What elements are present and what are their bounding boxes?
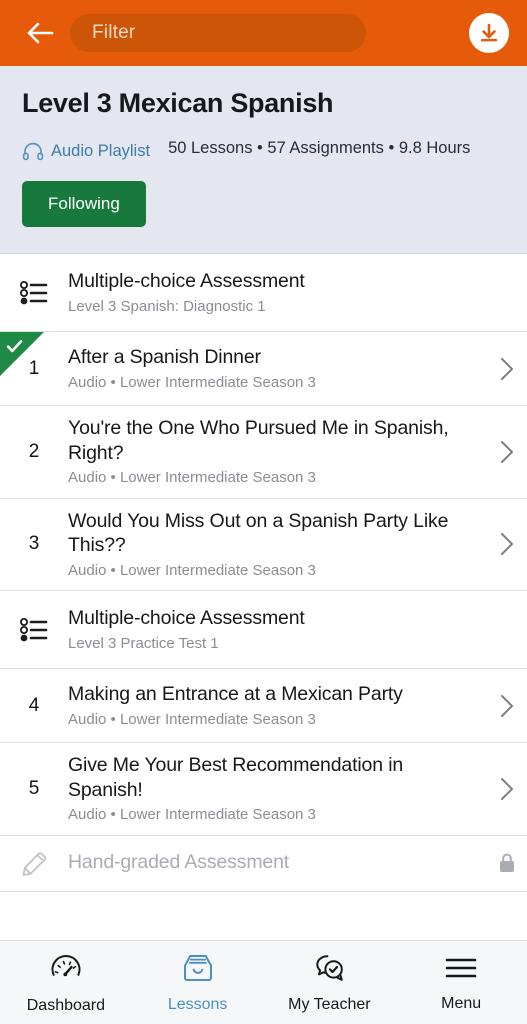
course-stats: 50 Lessons • 57 Assignments • 9.8 Hours (168, 139, 471, 158)
chevron-right-icon (501, 440, 513, 463)
completed-badge (0, 332, 44, 377)
list-check-icon (20, 617, 48, 642)
row-title: You're the One Who Pursued Me in Spanish… (68, 417, 449, 464)
nav-item-lessons[interactable]: Lessons (132, 952, 264, 1014)
lesson-list-screen: Filter Level 3 Mexican Spanish Audio Pla… (0, 0, 527, 1024)
row-subtitle: Level 3 Spanish: Diagnostic 1 (68, 297, 266, 315)
download-button[interactable] (469, 13, 509, 53)
lesson-index: 2 (28, 440, 40, 462)
nav-item-my-teacher[interactable]: My Teacher (264, 952, 396, 1014)
audio-playlist-link[interactable]: Audio Playlist (22, 135, 150, 161)
lesson-row[interactable]: 3 Would You Miss Out on a Spanish Party … (0, 498, 527, 592)
assessment-row[interactable]: Multiple-choice Assessment Level 3 Practi… (0, 591, 527, 670)
assessment-row[interactable]: Multiple-choice Assessment Level 3 Spanis… (0, 254, 527, 333)
row-title: After a Spanish Dinner (68, 346, 261, 369)
row-title: Multiple-choice Assessment (68, 607, 305, 630)
bottom-navigation: Dashboard Lessons My Teacher Menu (0, 940, 527, 1024)
row-body: Multiple-choice Assessment Level 3 Practi… (68, 606, 487, 653)
row-gutter (0, 601, 68, 658)
row-chevron[interactable] (487, 356, 527, 382)
course-meta: Audio Playlist 50 Lessons • 57 Assignmen… (22, 135, 505, 161)
lock-icon (500, 854, 514, 873)
row-title: Multiple-choice Assessment (68, 270, 305, 293)
row-chevron[interactable] (487, 776, 527, 802)
download-circle-icon (480, 23, 498, 42)
gauge-icon (49, 951, 83, 990)
row-gutter (0, 846, 68, 881)
lesson-row[interactable]: 5 Give Me Your Best Recommendation in Sp… (0, 743, 527, 836)
page-title: Level 3 Mexican Spanish (22, 88, 334, 118)
row-body: Hand-graded Assessment (68, 850, 487, 878)
row-title: Making an Entrance at a Mexican Party (68, 683, 403, 706)
row-chevron[interactable] (487, 531, 527, 557)
row-gutter: 5 (0, 753, 68, 825)
list-check-icon (20, 280, 48, 304)
check-icon (6, 340, 23, 353)
row-body: Give Me Your Best Recommendation in Span… (68, 753, 487, 825)
nav-item-menu[interactable]: Menu (395, 953, 527, 1013)
nav-item-dashboard[interactable]: Dashboard (0, 951, 132, 1015)
row-gutter: 2 (0, 416, 68, 488)
filter-placeholder: Filter (92, 22, 136, 43)
filter-input[interactable]: Filter (70, 14, 366, 52)
row-subtitle: Audio • Lower Intermediate Season 3 (68, 561, 316, 579)
hamburger-icon (444, 953, 478, 988)
lesson-row[interactable]: 4 Making an Entrance at a Mexican Party A… (0, 669, 527, 744)
lesson-row-locked: Hand-graded Assessment (0, 835, 527, 892)
row-body: Would You Miss Out on a Spanish Party Li… (68, 509, 487, 581)
nav-item-label: Dashboard (26, 996, 106, 1014)
row-body: You're the One Who Pursued Me in Spanish… (68, 416, 487, 488)
row-gutter: 4 (0, 679, 68, 732)
chevron-right-icon (501, 357, 513, 380)
following-button[interactable]: Following (22, 181, 146, 228)
row-title: Hand-graded Assessment (68, 850, 290, 873)
row-gutter: 3 (0, 509, 68, 581)
row-body: Making an Entrance at a Mexican Party Aud… (68, 682, 487, 729)
nav-item-label: Lessons (167, 995, 228, 1013)
row-gutter (0, 264, 68, 321)
lesson-index: 3 (28, 533, 40, 555)
lesson-index: 4 (28, 694, 40, 716)
app-header: Filter (0, 0, 527, 66)
arrow-left-icon (27, 22, 54, 44)
lock-indicator (487, 852, 527, 874)
pencil-icon (22, 852, 47, 877)
row-subtitle: Audio • Lower Intermediate Season 3 (68, 373, 316, 391)
row-title: Give Me Your Best Recommendation in Span… (68, 754, 404, 801)
row-chevron[interactable] (487, 439, 527, 465)
lesson-index: 5 (28, 778, 40, 800)
row-body: Multiple-choice Assessment Level 3 Spanis… (68, 269, 487, 316)
nav-item-label: Menu (441, 994, 482, 1012)
lesson-list[interactable]: Multiple-choice Assessment Level 3 Spanis… (0, 254, 527, 940)
row-title: Would You Miss Out on a Spanish Party Li… (68, 509, 449, 557)
row-subtitle: Level 3 Practice Test 1 (68, 634, 219, 652)
back-button[interactable] (18, 11, 62, 55)
inbox-smile-icon (181, 952, 215, 989)
gauge-icon (51, 954, 81, 976)
chat-check-icon (316, 954, 344, 981)
chevron-right-icon (501, 533, 513, 556)
course-info-panel: Level 3 Mexican Spanish Audio Playlist 5… (0, 66, 527, 255)
nav-item-label: My Teacher (288, 995, 371, 1013)
chat-check-icon (312, 952, 346, 989)
audio-playlist-label: Audio Playlist (51, 141, 151, 160)
row-subtitle: Audio • Lower Intermediate Season 3 (68, 710, 316, 728)
row-chevron[interactable] (487, 693, 527, 719)
chevron-right-icon (501, 694, 513, 717)
badge-check (6, 339, 23, 359)
headphones-icon (22, 142, 44, 161)
inbox-smile-icon (183, 954, 212, 981)
lesson-row[interactable]: 2 You're the One Who Pursued Me in Spani… (0, 406, 527, 499)
lesson-row[interactable]: 1 After a Spanish Dinner Audio • Lower In… (0, 332, 527, 407)
row-body: After a Spanish Dinner Audio • Lower Inte… (68, 345, 487, 392)
hamburger-icon (445, 958, 477, 977)
row-subtitle: Audio • Lower Intermediate Season 3 (68, 469, 316, 487)
row-subtitle: Audio • Lower Intermediate Season 3 (68, 806, 316, 824)
chevron-right-icon (501, 778, 513, 801)
